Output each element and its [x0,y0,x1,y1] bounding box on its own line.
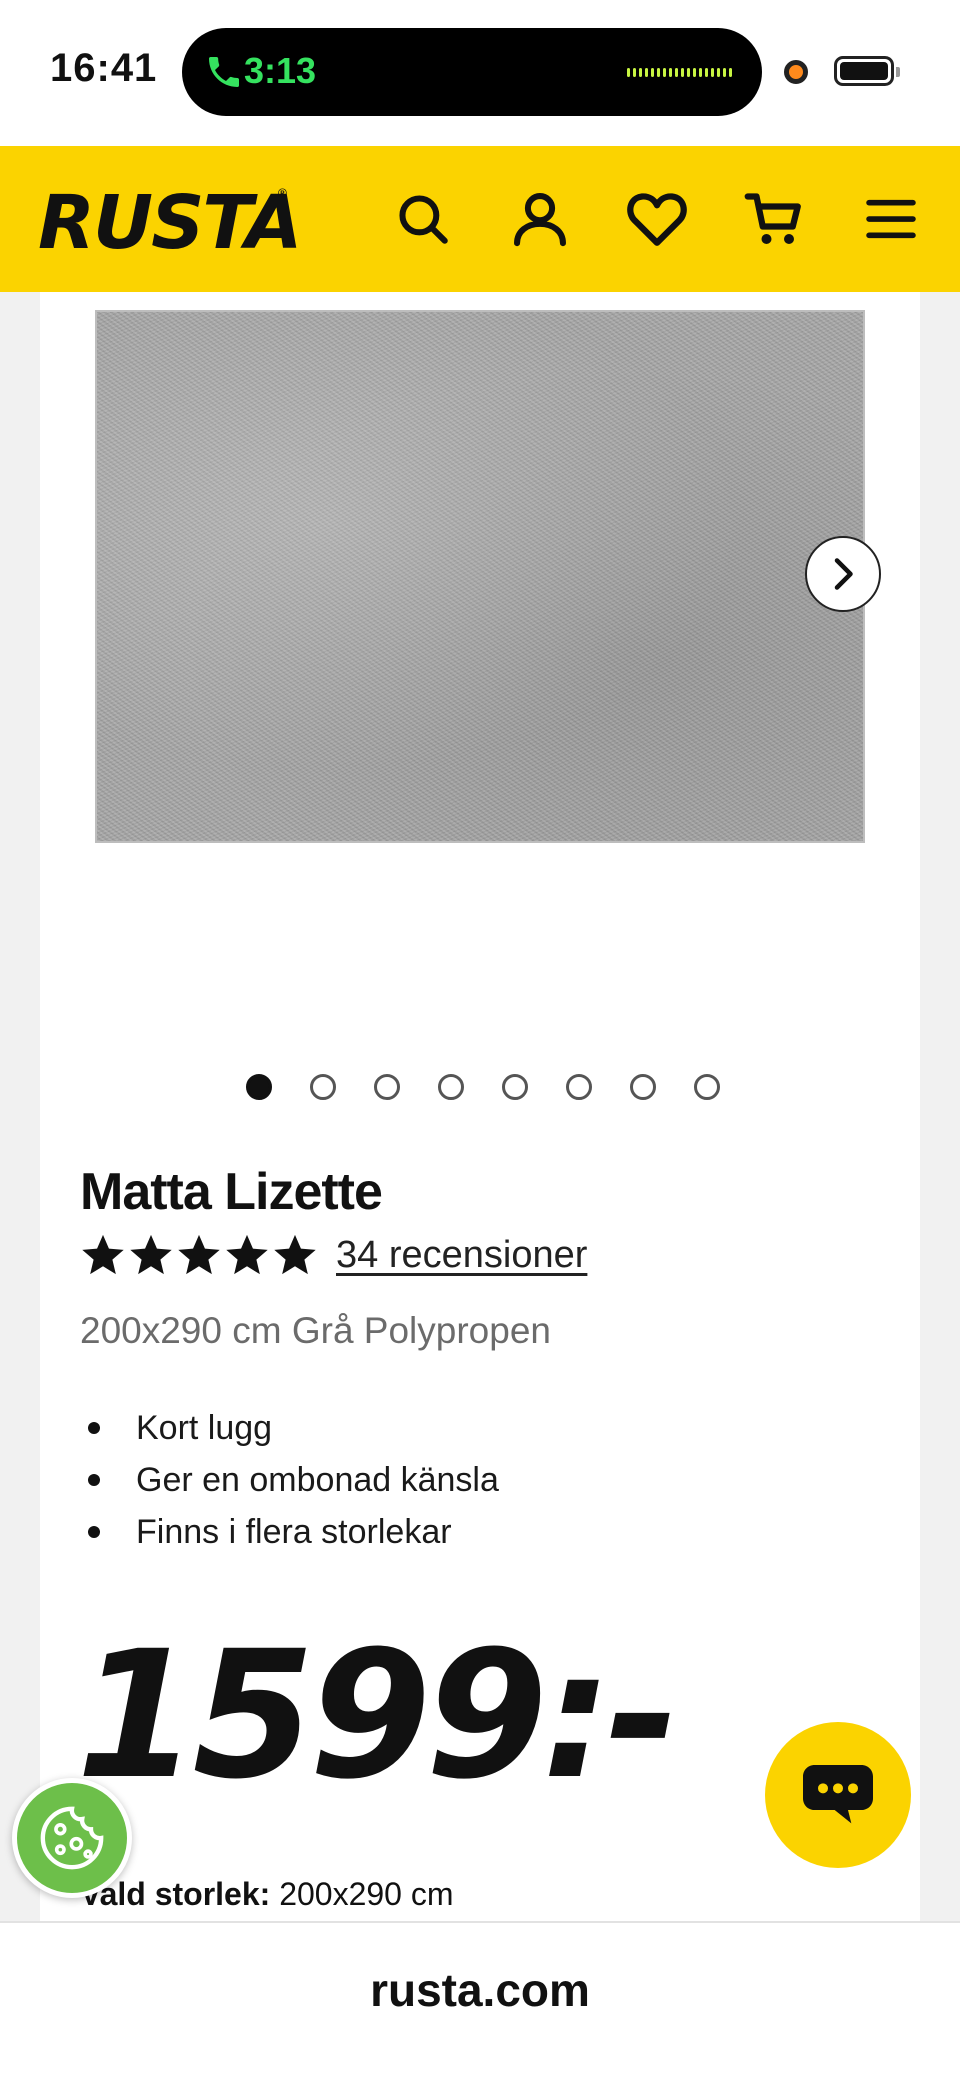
selected-size: Vald storlek: 200x290 cm [80,1876,454,1913]
product-title: Matta Lizette [80,1163,383,1221]
product-subtitle: 200x290 cm Grå Polypropen [80,1310,551,1351]
dynamic-island[interactable]: 3:13 [182,28,762,116]
account-icon[interactable] [505,184,575,254]
next-image-button[interactable] [805,536,881,612]
size-value: 200x290 cm [279,1876,454,1912]
gallery-dot[interactable] [374,1074,400,1100]
gallery-dot[interactable] [438,1074,464,1100]
feature-item: Ger en ombonad känsla [80,1454,499,1506]
chevron-right-icon [834,558,853,590]
feature-item: Kort lugg [80,1402,499,1454]
registered-mark: ® [278,186,287,200]
audio-wave-icon [627,68,732,77]
call-duration: 3:13 [244,50,317,91]
cookie-icon [40,1806,104,1870]
status-time: 16:41 [50,46,158,90]
feature-item: Finns i flera storlekar [80,1506,499,1558]
status-bar: 16:41 3:13 [0,0,960,146]
chat-button[interactable] [765,1722,911,1868]
cookie-settings-button[interactable] [12,1778,132,1898]
star-icon [82,1234,124,1275]
rusta-logo[interactable]: RUSTA [38,180,302,266]
star-icon [274,1234,316,1275]
gallery-dot[interactable] [502,1074,528,1100]
gallery-dot[interactable] [246,1074,272,1100]
product-features: Kort lugg Ger en ombonad känsla Finns i … [80,1402,499,1558]
star-icon [130,1234,172,1275]
rating-stars [80,1232,318,1278]
browser-address-bar[interactable]: rusta.com [0,1921,960,2081]
chat-icon [803,1765,873,1824]
url-text[interactable]: rusta.com [0,1963,960,2017]
star-icon [226,1234,268,1275]
product-rating: 34 recensioner [80,1232,587,1278]
battery-icon [834,56,900,86]
cart-icon[interactable] [739,184,809,254]
star-icon [178,1234,220,1275]
phone-icon [209,57,239,87]
menu-icon[interactable] [856,184,926,254]
camera-indicator-icon [784,60,808,84]
product-card: Matta Lizette 34 recensioner 200x290 cm … [40,292,920,1922]
product-image[interactable] [95,310,865,843]
reviews-link[interactable]: 34 recensioner [336,1234,587,1277]
search-icon[interactable] [388,184,458,254]
gallery-dot[interactable] [566,1074,592,1100]
heart-icon[interactable] [622,184,692,254]
gallery-dot[interactable] [310,1074,336,1100]
gallery-dot[interactable] [694,1074,720,1100]
gallery-dot[interactable] [630,1074,656,1100]
site-header: RUSTA ® [0,146,960,292]
product-price: 1599:- [76,1613,679,1818]
gallery-pagination [246,1074,720,1100]
